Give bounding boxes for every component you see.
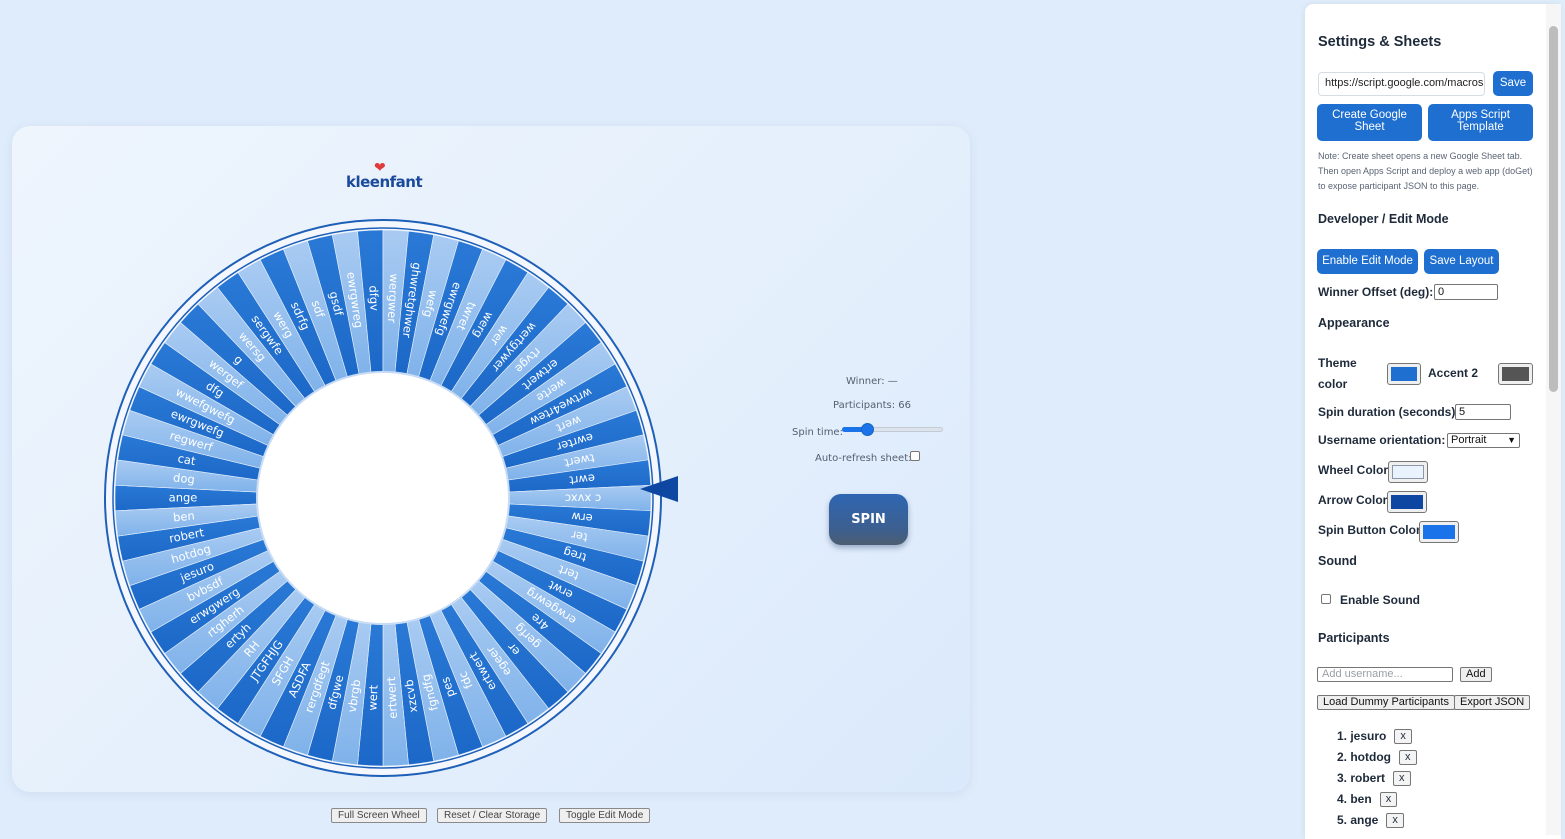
reset-storage-button[interactable]: Reset / Clear Storage: [437, 808, 548, 823]
segment-label: dog: [173, 470, 196, 486]
enable-sound-checkbox[interactable]: [1321, 594, 1331, 604]
segment-label: erw: [571, 510, 593, 526]
toggle-edit-mode-button[interactable]: Toggle Edit Mode: [559, 808, 651, 823]
save-url-button[interactable]: Save: [1493, 71, 1533, 96]
orientation-select[interactable]: Portrait ▼: [1447, 433, 1520, 448]
spin-time-label: Spin time:: [792, 427, 843, 438]
winner-offset-label: Winner Offset (deg):: [1318, 285, 1434, 299]
segment-label: c xvxc: [565, 492, 602, 506]
segment-label: wergwer: [385, 273, 401, 323]
list-item: 3. robert x: [1337, 768, 1417, 789]
segment-label: ange: [169, 491, 198, 505]
wheel-color-fill: [1392, 465, 1424, 479]
theme-color-picker[interactable]: [1387, 363, 1421, 385]
accent2-color-picker[interactable]: [1498, 363, 1533, 385]
wheel-pointer-arrow: [640, 476, 678, 502]
full-screen-button[interactable]: Full Screen Wheel: [331, 808, 427, 823]
participant-name: 3. robert: [1337, 771, 1386, 785]
spin-button-color-picker[interactable]: [1419, 521, 1459, 543]
spin-duration-input[interactable]: 5: [1455, 404, 1511, 420]
auto-refresh-label: Auto-refresh sheet:: [815, 453, 912, 464]
slider-thumb[interactable]: [861, 423, 875, 436]
participant-name: 5. ange: [1337, 813, 1379, 827]
add-participant-button[interactable]: Add: [1460, 667, 1492, 682]
arrow-color-label: Arrow Color: [1318, 493, 1388, 507]
export-json-button[interactable]: Export JSON: [1454, 695, 1531, 710]
settings-sidebar: Settings & Sheets https://script.google.…: [1305, 4, 1561, 839]
orientation-value: Portrait: [1451, 434, 1487, 446]
list-item: 1. jesuro x: [1337, 726, 1417, 747]
scrollbar-thumb[interactable]: [1549, 26, 1558, 392]
sound-heading: Sound: [1318, 554, 1357, 568]
script-url-input[interactable]: https://script.google.com/macros: [1318, 72, 1485, 96]
load-dummy-participants-button[interactable]: Load Dummy Participants: [1317, 695, 1455, 710]
wheel-color-picker[interactable]: [1388, 461, 1428, 483]
participants-count: Participants: 66: [833, 400, 912, 411]
participant-name: 2. hotdog: [1337, 750, 1391, 764]
participant-name: 4. ben: [1337, 792, 1372, 806]
remove-participant-button[interactable]: x: [1399, 750, 1417, 766]
remove-participant-button[interactable]: x: [1379, 792, 1398, 808]
theme-color-label: Theme color: [1318, 356, 1357, 391]
wheel-hub: [256, 371, 510, 625]
developer-heading: Developer / Edit Mode: [1318, 212, 1449, 226]
list-item: 4. ben x: [1337, 789, 1417, 810]
list-item: 2. hotdog x: [1337, 747, 1417, 768]
accent2-color-fill: [1502, 367, 1529, 381]
wheel-color-label: Wheel Color: [1318, 463, 1389, 477]
sidebar-title: Settings & Sheets: [1318, 34, 1442, 50]
participant-list: 1. jesuro x 2. hotdog x 3. robert x 4. ben x…: [1337, 726, 1417, 831]
spin-duration-label: Spin duration (seconds):: [1318, 405, 1460, 419]
list-item: 5. ange x: [1337, 810, 1417, 831]
participants-heading: Participants: [1318, 631, 1390, 645]
arrow-color-picker[interactable]: [1387, 491, 1427, 513]
save-layout-button[interactable]: Save Layout: [1424, 249, 1499, 274]
enable-edit-mode-button[interactable]: Enable Edit Mode: [1317, 249, 1418, 274]
segment-label: dfgv: [366, 285, 381, 311]
enable-sound-label: Enable Sound: [1340, 593, 1421, 607]
spin-button-color-label: Spin Button Color: [1318, 523, 1421, 537]
kleenfant-logo: ❤ kleenfant: [346, 161, 423, 193]
sidebar-scrollbar[interactable]: [1546, 4, 1561, 835]
winner-offset-input[interactable]: 0: [1434, 284, 1498, 300]
appearance-heading: Appearance: [1318, 316, 1390, 330]
segment-label: wert: [365, 684, 380, 711]
spin-time-slider[interactable]: [842, 423, 943, 436]
orientation-label: Username orientation:: [1318, 433, 1446, 447]
create-google-sheet-button[interactable]: Create Google Sheet: [1317, 104, 1422, 141]
winner-text: Winner: —: [846, 376, 898, 387]
add-username-input[interactable]: Add username...: [1317, 667, 1453, 682]
remove-participant-button[interactable]: x: [1393, 771, 1411, 787]
sheet-note: Note: Create sheet opens a new Google Sh…: [1318, 151, 1533, 191]
remove-participant-button[interactable]: x: [1394, 729, 1412, 745]
segment-label: ewrt: [568, 471, 595, 487]
remove-participant-button[interactable]: x: [1386, 813, 1404, 829]
apps-script-template-button[interactable]: Apps Script Template: [1428, 104, 1533, 141]
accent2-label: Accent 2: [1428, 366, 1479, 380]
theme-color-fill: [1391, 367, 1417, 381]
logo-text: kleenfant: [346, 173, 423, 191]
segment-label: ben: [172, 509, 195, 525]
auto-refresh-checkbox[interactable]: [910, 451, 920, 461]
participant-name: 1. jesuro: [1337, 729, 1387, 743]
chevron-down-icon: ▼: [1507, 435, 1516, 445]
spin-button[interactable]: SPIN: [829, 494, 908, 545]
arrow-color-fill: [1391, 495, 1423, 509]
spin-button-color-fill: [1423, 525, 1455, 539]
segment-label: ertwert: [384, 676, 400, 719]
prize-wheel[interactable]: angedogcatregwerfewrgwefgwwefgwefgdfgwer…: [100, 215, 666, 781]
